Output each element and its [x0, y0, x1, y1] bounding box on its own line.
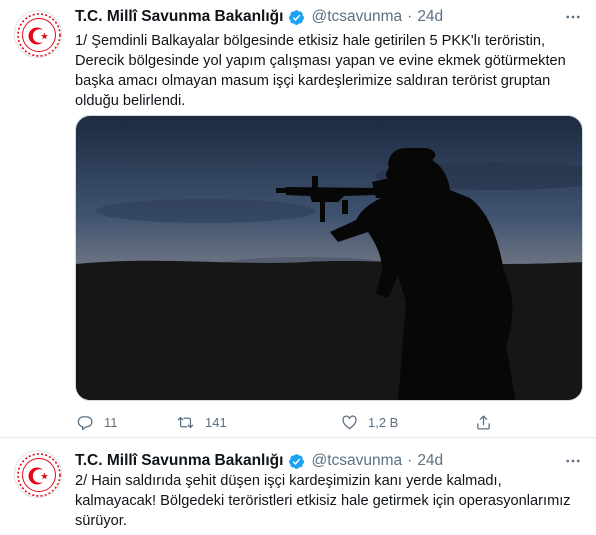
tweet-media-photo[interactable]: [75, 115, 583, 401]
tweet-header: T.C. Millî Savunma Bakanlığı @tcsavunma …: [75, 6, 443, 28]
retweet-icon: [177, 416, 194, 428]
tweet-text-line: sürüyor.: [75, 513, 127, 529]
tweet-actions: 11 141 1,2 B: [75, 410, 587, 434]
timestamp[interactable]: 24d: [417, 452, 443, 470]
tweet-2[interactable]: T.C. Millî Savunma Bakanlığı @tcsavunma …: [0, 438, 596, 535]
timestamp[interactable]: 24d: [417, 8, 443, 26]
reply-count: 11: [104, 414, 118, 430]
more-options-icon[interactable]: [562, 450, 584, 472]
soldier-silhouette-photo: [76, 116, 582, 400]
author-handle[interactable]: @tcsavunma: [311, 452, 402, 470]
share-icon: [477, 414, 490, 430]
reply-icon: [77, 415, 93, 430]
like-icon: [342, 414, 357, 429]
like-button[interactable]: 1,2 B: [341, 410, 398, 434]
tweet-text: 1/ Şemdinli Balkayalar bölgesinde etkisi…: [75, 31, 587, 111]
tweet-text-line: Derecik bölgesinde yol yapım çalışması y…: [75, 53, 566, 69]
more-options-icon[interactable]: [562, 6, 584, 28]
author-name[interactable]: T.C. Millî Savunma Bakanlığı: [75, 452, 283, 470]
tweet-text-line: 1/ Şemdinli Balkayalar bölgesinde etkisi…: [75, 33, 546, 49]
retweet-count: 141: [205, 414, 227, 430]
verified-badge-icon: [288, 9, 305, 26]
tweet-header: T.C. Millî Savunma Bakanlığı @tcsavunma …: [75, 450, 443, 472]
author-handle[interactable]: @tcsavunma: [311, 8, 402, 26]
tweet-text-line: kalmayacak! Bölgedeki teröristleri etkis…: [75, 493, 571, 509]
like-count: 1,2 B: [368, 414, 399, 430]
separator-dot: ·: [407, 8, 413, 25]
tweet-text-line: 2/ Hain saldırıda şehit düşen işçi karde…: [75, 473, 502, 489]
tweet-text-line: olduğu belirlendi.: [75, 93, 186, 109]
share-button[interactable]: [475, 410, 502, 434]
verified-badge-icon: [288, 453, 305, 470]
tweet-1[interactable]: T.C. Millî Savunma Bakanlığı @tcsavunma …: [0, 0, 596, 438]
author-name[interactable]: T.C. Millî Savunma Bakanlığı: [75, 8, 283, 26]
tweet-text-line: başka amacı olmayan masum işçi kardeşler…: [75, 73, 551, 89]
avatar-emblem-icon: [17, 13, 61, 57]
avatar[interactable]: [14, 10, 62, 58]
tweet-text: 2/ Hain saldırıda şehit düşen işçi karde…: [75, 471, 587, 531]
reply-button[interactable]: 11: [77, 410, 118, 434]
avatar[interactable]: [14, 450, 62, 498]
separator-dot: ·: [407, 452, 413, 469]
avatar-emblem-icon: [17, 453, 61, 497]
retweet-button[interactable]: 141: [176, 410, 227, 434]
